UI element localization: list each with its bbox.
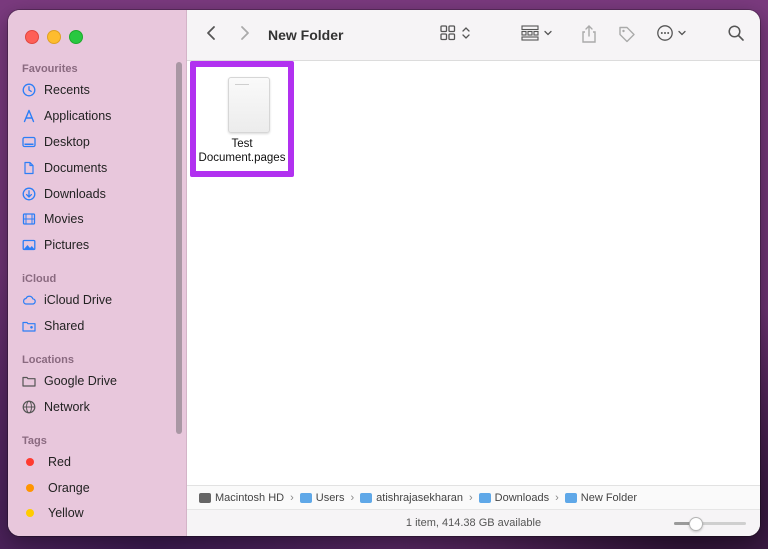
file-item-selected[interactable]: Test Document.pages — [190, 61, 294, 177]
globe-icon — [22, 400, 36, 414]
film-icon — [22, 212, 36, 226]
sidebar-item-movies[interactable]: Movies — [22, 208, 84, 230]
section-header-icloud: iCloud — [22, 273, 57, 285]
file-name-line1: Test — [231, 138, 253, 150]
document-icon — [22, 161, 36, 175]
sidebar-item-documents[interactable]: Documents — [22, 157, 107, 179]
sidebar-item-tag-red[interactable]: Red — [22, 451, 71, 473]
path-item-users[interactable]: Users › — [299, 492, 360, 504]
finder-window: Favourites Recents Applications Desktop … — [8, 10, 760, 536]
cloud-icon — [22, 293, 36, 307]
sidebar-item-icloud-drive[interactable]: iCloud Drive — [22, 289, 112, 311]
clock-icon — [22, 83, 36, 97]
sidebar-item-label: Applications — [44, 109, 112, 123]
desktop-icon — [22, 135, 36, 149]
sidebar-item-label: Yellow — [48, 506, 84, 520]
sidebar-item-downloads[interactable]: Downloads — [22, 183, 106, 205]
sidebar-item-recents[interactable]: Recents — [22, 79, 90, 101]
sidebar-item-label: Documents — [44, 161, 108, 175]
path-label: Users — [315, 492, 345, 504]
shared-folder-icon — [22, 319, 36, 333]
sidebar: Favourites Recents Applications Desktop … — [8, 10, 187, 536]
photo-icon — [22, 238, 36, 252]
chevron-right-icon: › — [350, 492, 355, 504]
file-name: Test Document.pages — [196, 137, 288, 165]
red-tag-dot — [26, 458, 34, 466]
sidebar-item-network[interactable]: Network — [22, 396, 90, 418]
sidebar-item-label: Network — [44, 400, 90, 414]
sidebar-item-label: iCloud Drive — [44, 293, 113, 307]
sidebar-item-label: Recents — [44, 83, 90, 97]
applications-icon — [22, 109, 36, 123]
group-icon[interactable] — [521, 24, 555, 42]
path-label: atishrajasekharan — [376, 492, 463, 504]
share-icon[interactable] — [581, 24, 597, 44]
path-label: Downloads — [494, 492, 550, 504]
path-item-new-folder[interactable]: New Folder — [564, 492, 638, 504]
tag-icon[interactable] — [617, 24, 637, 44]
file-name-line2: Document.pages — [198, 152, 286, 164]
sidebar-item-label: Downloads — [44, 187, 106, 201]
window-title: New Folder — [268, 27, 344, 43]
pages-document-icon — [228, 77, 270, 133]
icon-view-icon[interactable] — [439, 24, 473, 42]
path-label: Macintosh HD — [215, 492, 285, 504]
sidebar-item-label: Red — [48, 455, 71, 469]
search-icon[interactable] — [727, 24, 745, 42]
status-bar: 1 item, 414.38 GB available — [187, 509, 760, 536]
sidebar-item-pictures[interactable]: Pictures — [22, 234, 89, 256]
sidebar-item-tag-yellow[interactable]: Yellow — [22, 502, 84, 524]
sidebar-item-label: Orange — [48, 481, 90, 495]
path-item-user-home[interactable]: atishrajasekharan › — [360, 492, 479, 504]
sidebar-item-shared[interactable]: Shared — [22, 315, 84, 337]
sidebar-item-label: Google Drive — [44, 374, 117, 388]
forward-icon[interactable] — [237, 24, 251, 42]
path-item-macintosh-hd[interactable]: Macintosh HD › — [199, 492, 300, 504]
icon-size-slider[interactable] — [674, 517, 746, 531]
sidebar-item-tag-orange[interactable]: Orange — [22, 477, 90, 499]
path-label: New Folder — [580, 492, 638, 504]
sidebar-item-desktop[interactable]: Desktop — [22, 131, 90, 153]
folder-icon — [299, 493, 312, 503]
back-icon[interactable] — [205, 24, 219, 42]
minimize-button[interactable] — [47, 30, 61, 44]
slider-knob[interactable] — [689, 517, 703, 531]
home-folder-icon — [360, 493, 373, 503]
zoom-button[interactable] — [69, 30, 83, 44]
download-icon — [22, 187, 36, 201]
section-header-favourites: Favourites — [22, 63, 78, 75]
orange-tag-dot — [26, 484, 34, 492]
toolbar: New Folder — [187, 10, 760, 61]
path-item-downloads[interactable]: Downloads › — [478, 492, 565, 504]
sidebar-scrollbar[interactable] — [176, 62, 182, 434]
folder-icon — [478, 493, 491, 503]
path-bar: Macintosh HD › Users › atishrajasekharan… — [187, 485, 760, 510]
sidebar-item-applications[interactable]: Applications — [22, 105, 111, 127]
sidebar-item-label: Shared — [44, 319, 85, 333]
sidebar-item-google-drive[interactable]: Google Drive — [22, 370, 117, 392]
sidebar-item-label: Movies — [44, 212, 84, 226]
section-header-tags: Tags — [22, 435, 47, 447]
drive-icon — [22, 374, 36, 388]
window-controls — [25, 30, 83, 44]
chevron-right-icon: › — [469, 492, 473, 504]
chevron-right-icon: › — [290, 492, 294, 504]
more-icon[interactable] — [656, 24, 690, 42]
yellow-tag-dot — [26, 509, 34, 517]
file-area[interactable]: Test Document.pages — [187, 61, 760, 486]
folder-icon — [564, 493, 577, 503]
sidebar-item-label: Pictures — [44, 238, 90, 252]
hard-drive-icon — [199, 493, 211, 503]
chevron-right-icon: › — [555, 492, 559, 504]
section-header-locations: Locations — [22, 354, 74, 366]
sidebar-item-label: Desktop — [44, 135, 90, 149]
close-button[interactable] — [25, 30, 39, 44]
